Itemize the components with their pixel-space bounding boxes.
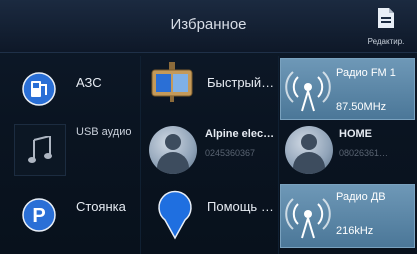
document-icon — [378, 8, 394, 28]
favorite-label: Радио FM 1 — [336, 67, 396, 79]
favorite-label: USB аудио — [76, 126, 132, 138]
favorite-contact-alpine[interactable]: Alpine elec… 0245360367 — [141, 120, 278, 180]
contact-number: 0245360367 — [205, 148, 256, 158]
page-title: Избранное — [170, 16, 247, 33]
favorite-label: Помощь … — [207, 199, 274, 214]
favorite-label: АЗС — [76, 75, 102, 90]
contact-number: 08026361… — [339, 148, 389, 158]
edit-label: Редактир. — [367, 37, 405, 46]
favorite-label: Радио ДВ — [336, 191, 386, 203]
favorite-label: Стоянка — [76, 199, 126, 214]
favorite-help[interactable]: Помощь … — [141, 182, 278, 246]
favorite-label: HOME — [339, 128, 372, 140]
header-bar: Избранное Редактир. — [0, 0, 417, 53]
frequency-value: 87.50MHz — [336, 101, 387, 113]
frequency-value: 216kHz — [336, 225, 374, 237]
map-pin-icon — [158, 190, 192, 240]
radio-fm-icon — [285, 71, 331, 112]
usb-thumbnail — [14, 124, 66, 176]
parking-icon: P — [22, 198, 56, 232]
favorite-label: Быстрый… — [207, 75, 275, 90]
favorite-gas-station[interactable]: АЗС — [0, 58, 139, 118]
favorite-contact-home[interactable]: HOME 08026361… — [279, 120, 415, 180]
favorite-usb-audio[interactable]: USB аудио — [0, 120, 139, 180]
edit-button[interactable]: Редактир. — [361, 6, 411, 50]
music-note-icon — [28, 136, 52, 163]
speed-dial-icon — [151, 62, 193, 102]
svg-text:P: P — [32, 205, 45, 227]
favorite-parking[interactable]: P Стоянка — [0, 182, 139, 246]
favorite-radio-lw[interactable]: Радио ДВ 216kHz — [280, 184, 415, 248]
favorite-label: Alpine elec… — [205, 128, 275, 140]
favorite-speed-dial[interactable]: Быстрый… — [141, 58, 278, 118]
favorite-radio-fm[interactable]: Радио FM 1 87.50MHz — [280, 58, 415, 120]
gas-station-icon — [22, 72, 56, 106]
favorites-screen: Избранное Редактир. АЗС Быстрый… Радио F… — [0, 0, 417, 254]
contact-avatar-icon — [285, 126, 333, 174]
radio-lw-icon — [285, 198, 331, 239]
contact-avatar-icon — [149, 126, 197, 174]
